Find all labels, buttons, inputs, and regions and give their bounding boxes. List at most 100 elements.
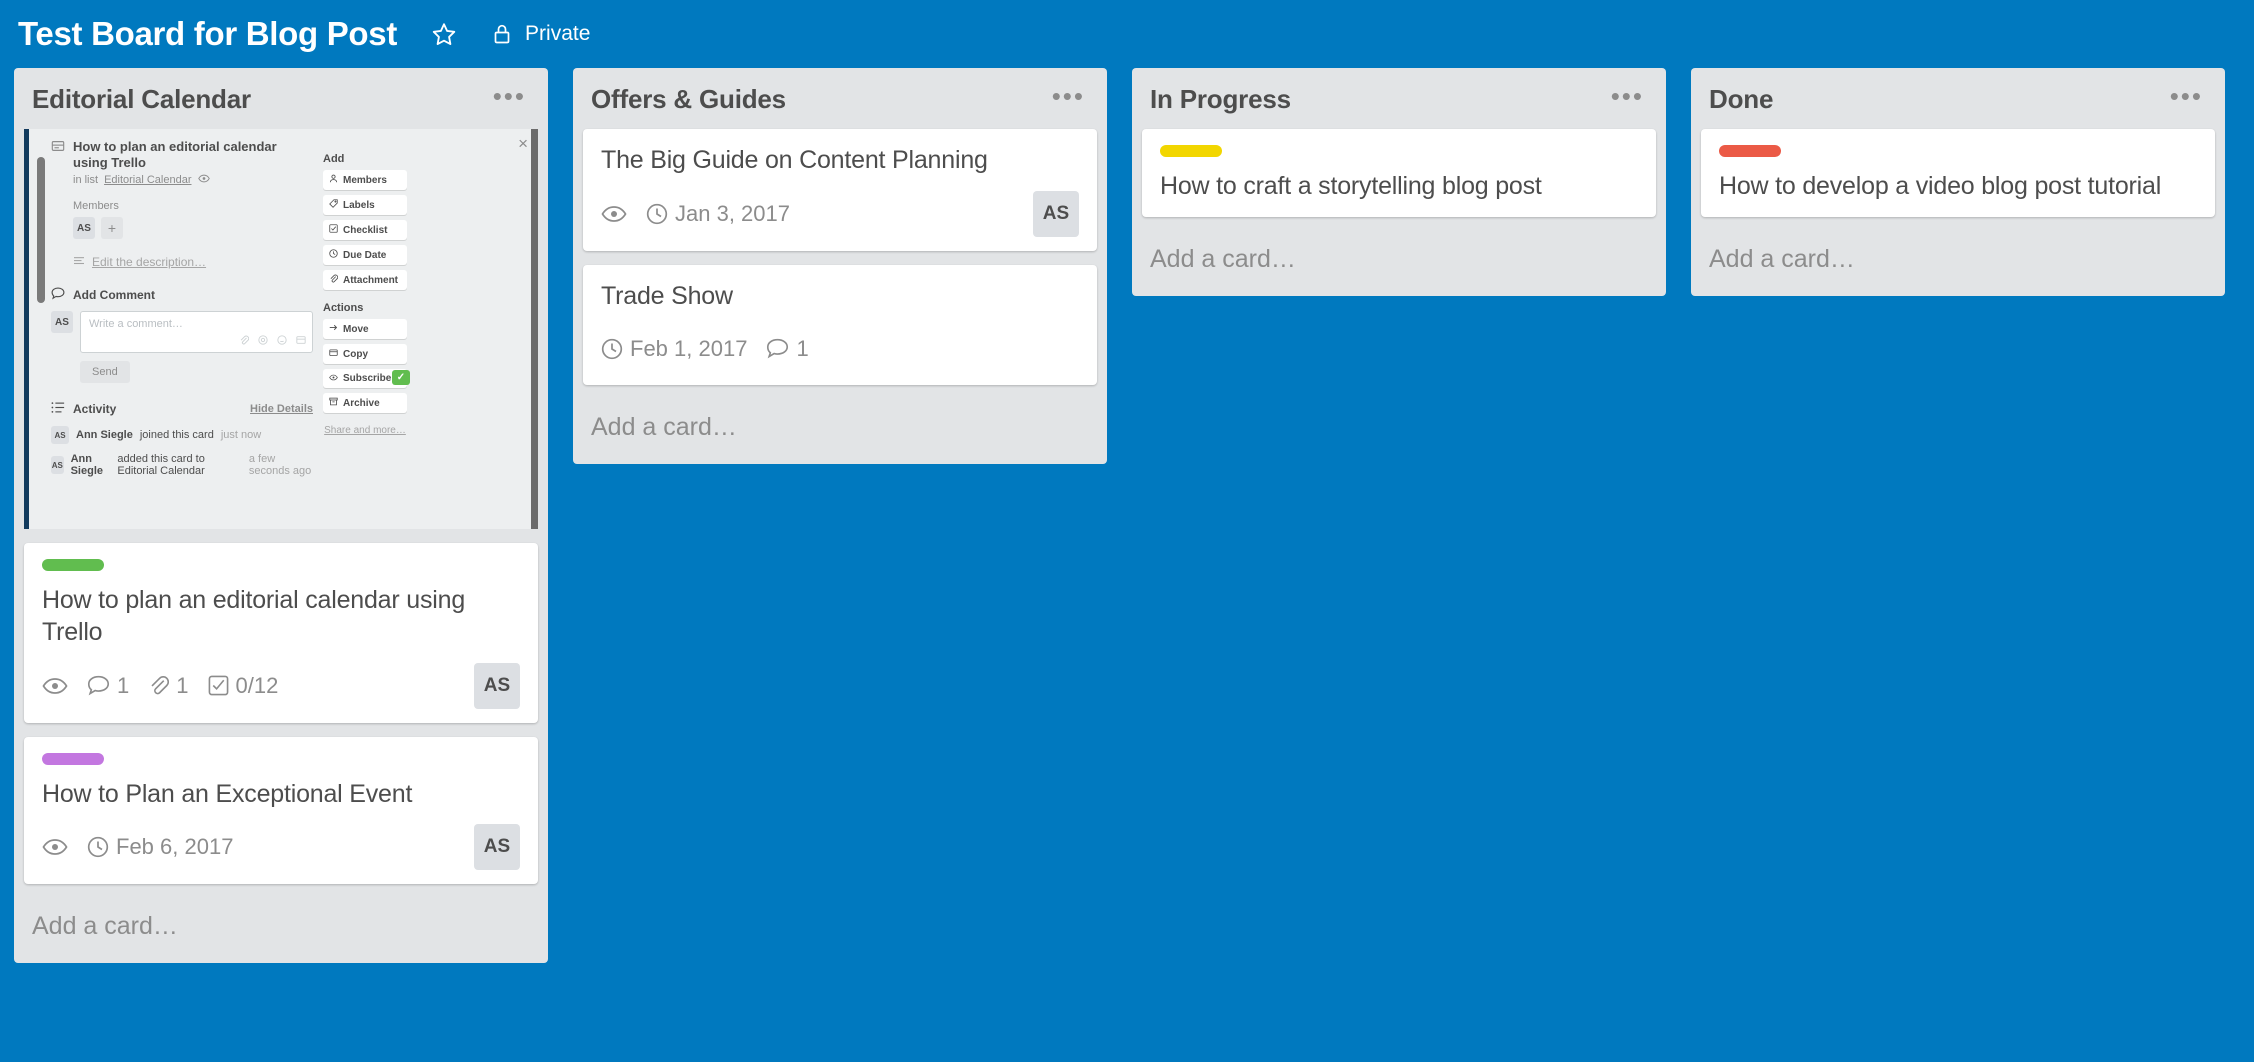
card-member-avatar[interactable]: AS [474, 662, 520, 709]
card-member-avatar[interactable]: AS [1033, 190, 1079, 237]
comment-badge: 1 [766, 336, 809, 362]
list-cards: How to craft a storytelling blog post [1132, 129, 1666, 217]
card-title: Trade Show [601, 281, 733, 310]
list-menu-icon[interactable]: ••• [2170, 83, 2203, 109]
add-card-button[interactable]: Add a card… [1691, 231, 2225, 290]
member-avatar[interactable]: AS [73, 217, 95, 240]
sidebar-add-label: Add [323, 153, 345, 165]
clock-icon [646, 203, 668, 225]
sidebar-add-members[interactable]: Members [323, 170, 407, 190]
sidebar-add-labels[interactable]: Labels [323, 195, 407, 215]
card-icon[interactable] [296, 335, 306, 348]
card-label[interactable] [42, 752, 104, 765]
comment-box: AS Write a comment… [51, 311, 313, 354]
list-menu-icon[interactable]: ••• [1052, 83, 1085, 109]
card-member-avatar[interactable]: AS [474, 824, 520, 871]
activity-action: joined this card [139, 429, 214, 442]
card-detail-popup: × How to plan an editorial calendar usin… [24, 129, 538, 529]
sidebar-add-due-date[interactable]: Due Date [323, 245, 407, 265]
send-comment-button[interactable]: Send [80, 361, 130, 384]
visibility-button[interactable]: Private [491, 22, 590, 46]
card-title: The Big Guide on Content Planning [601, 146, 988, 174]
sidebar-action-subscribe[interactable]: Subscribe ✓ [323, 369, 410, 388]
comment-count: 1 [117, 672, 130, 698]
visibility-label: Private [525, 22, 591, 45]
edit-description-button[interactable]: Edit the description… [73, 255, 313, 269]
card-badges: 1 1 0/12 [42, 673, 278, 699]
copy-icon [329, 348, 338, 360]
hide-details-button[interactable]: Hide Details [250, 403, 313, 415]
board-title[interactable]: Test Board for Blog Post [18, 15, 397, 53]
close-icon[interactable]: × [518, 135, 528, 152]
add-card-button[interactable]: Add a card… [573, 399, 1107, 458]
card-badges: Feb 1, 2017 1 [601, 336, 809, 362]
list-editorial-calendar: Editorial Calendar ••• × How to plan an … [14, 68, 548, 964]
list-title[interactable]: Done [1709, 84, 1773, 115]
list-menu-icon[interactable]: ••• [1611, 83, 1644, 109]
sidebar-item-label: Labels [343, 199, 375, 211]
in-list-name[interactable]: Editorial Calendar [104, 174, 191, 186]
card[interactable]: How to develop a video blog post tutoria… [1701, 129, 2215, 217]
list-cards: How to develop a video blog post tutoria… [1691, 129, 2225, 217]
eye-icon [197, 174, 210, 186]
due-date-text: Feb 6, 2017 [116, 834, 234, 860]
clock-icon [601, 338, 623, 360]
activity-title: Activity [73, 402, 117, 417]
attachment-icon [148, 675, 170, 696]
card[interactable]: The Big Guide on Content Planning Jan 3,… [583, 129, 1097, 251]
card-detail-title[interactable]: How to plan an editorial calendar using … [73, 139, 313, 170]
board-header: Test Board for Blog Post Private [0, 0, 2254, 68]
mention-icon[interactable] [258, 335, 268, 348]
card-label[interactable] [1719, 145, 1781, 157]
emoji-icon[interactable] [277, 335, 287, 348]
clock-icon [87, 836, 109, 858]
add-card-button[interactable]: Add a card… [1132, 231, 1666, 290]
share-and-more-button[interactable]: Share and more… [323, 425, 407, 436]
sidebar-action-move[interactable]: Move [323, 319, 407, 339]
members-row: AS + [73, 217, 313, 240]
activity-user[interactable]: Ann Siegle [76, 429, 133, 441]
card[interactable]: Trade Show Feb 1, 2017 1 [583, 264, 1097, 385]
list-title[interactable]: Offers & Guides [591, 84, 786, 115]
card[interactable]: How to plan an editorial calendar using … [24, 543, 538, 723]
sidebar-item-label: Members [343, 174, 387, 186]
watch-badge [601, 205, 627, 223]
list-title[interactable]: Editorial Calendar [32, 84, 251, 115]
sidebar-action-archive[interactable]: Archive [323, 393, 407, 413]
sidebar-action-copy[interactable]: Copy [323, 344, 407, 364]
sidebar-item-label: Subscribe [343, 373, 392, 384]
description-icon [73, 255, 85, 269]
add-comment-title: Add Comment [73, 288, 155, 303]
checklist-icon [208, 675, 229, 696]
sidebar-item-label: Move [343, 323, 369, 335]
checklist-badge: 0/12 [208, 673, 278, 699]
add-member-button[interactable]: + [101, 217, 123, 240]
activity-user[interactable]: Ann Siegle [71, 453, 111, 477]
due-date-text: Feb 1, 2017 [630, 335, 748, 361]
sidebar-actions-label: Actions [323, 302, 364, 314]
members-label: Members [73, 200, 119, 213]
add-card-button[interactable]: Add a card… [14, 898, 548, 957]
list-header: Editorial Calendar ••• [14, 68, 548, 129]
archive-icon [329, 397, 338, 409]
card-detail-sidebar: Add Members Labels Checklist Due Date At… [323, 139, 410, 477]
subscribe-check-badge: ✓ [392, 370, 410, 385]
card[interactable]: How to Plan an Exceptional Event Feb 6, … [24, 736, 538, 885]
due-date-badge: Feb 6, 2017 [87, 834, 233, 860]
sidebar-add-checklist[interactable]: Checklist [323, 220, 407, 240]
activity-item: AS Ann Siegle joined this card just now [51, 426, 313, 445]
comment-input[interactable]: Write a comment… [80, 311, 313, 354]
activity-avatar: AS [51, 426, 69, 445]
watch-badge [42, 838, 68, 856]
sidebar-add-attachment[interactable]: Attachment [323, 270, 407, 290]
card-title: How to craft a storytelling blog post [1160, 172, 1542, 200]
attachment-icon[interactable] [239, 335, 250, 348]
list-title[interactable]: In Progress [1150, 84, 1291, 115]
card[interactable]: How to craft a storytelling blog post [1142, 129, 1656, 217]
card-label[interactable] [42, 559, 104, 571]
checklist-icon [329, 224, 338, 236]
list-header: Done ••• [1691, 68, 2225, 129]
list-menu-icon[interactable]: ••• [493, 83, 526, 109]
star-button[interactable] [431, 21, 457, 47]
card-label[interactable] [1160, 145, 1222, 157]
